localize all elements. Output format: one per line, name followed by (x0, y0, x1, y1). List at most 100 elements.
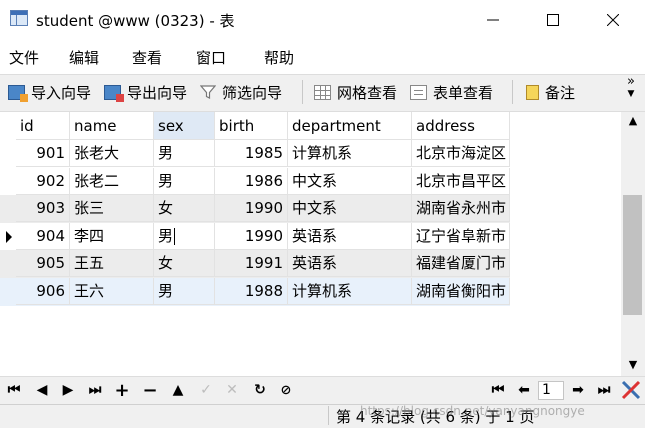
cell-department[interactable]: 英语系 (288, 222, 412, 250)
cell-birth[interactable]: 1986 (215, 167, 288, 195)
menu-help[interactable]: 帮助 (264, 47, 294, 68)
refresh-icon[interactable]: ↻ (250, 380, 270, 400)
table-row[interactable]: 901 张老大 男 1985 计算机系 北京市海淀区 (0, 140, 510, 168)
cell-sex[interactable]: 男 (154, 167, 215, 195)
chevron-right-double-icon: » (627, 74, 635, 89)
form-view-label: 表单查看 (433, 83, 494, 102)
cell-value: 女 (158, 199, 174, 217)
cell-id[interactable]: 902 (16, 167, 70, 195)
column-header-address[interactable]: address (412, 112, 510, 140)
prev-record-icon[interactable]: ◀ (32, 380, 52, 400)
cell-value: 张老二 (74, 171, 120, 190)
cell-id[interactable]: 904 (16, 222, 70, 250)
apply-changes-icon[interactable]: ✓ (196, 380, 216, 400)
cell-sex[interactable]: 女 (154, 250, 215, 277)
cell-birth[interactable]: 1988 (215, 277, 288, 305)
maximize-button[interactable] (530, 0, 576, 40)
cell-value: 北京市昌平区 (416, 171, 507, 190)
cell-value: 1988 (244, 281, 283, 300)
page-number-input[interactable]: 1 (538, 381, 564, 400)
note-button[interactable]: 备注 (526, 80, 575, 104)
menu-window[interactable]: 窗口 (196, 47, 226, 68)
column-header-sex[interactable]: sex (154, 112, 215, 140)
cell-address[interactable]: 辽宁省阜新市 (412, 222, 510, 250)
cell-value: 王五 (74, 254, 105, 272)
export-wizard-button[interactable]: 导出向导 (104, 80, 187, 104)
cell-value: 王六 (74, 281, 105, 300)
cell-birth[interactable]: 1990 (215, 222, 288, 250)
settings-wrench-icon[interactable] (620, 379, 642, 401)
cell-department[interactable]: 计算机系 (288, 277, 412, 305)
last-record-icon[interactable]: ⏭ (85, 380, 105, 400)
cell-department[interactable]: 计算机系 (288, 140, 412, 167)
edit-record-icon[interactable]: ▲ (168, 380, 188, 400)
next-record-icon[interactable]: ▶ (58, 380, 78, 400)
cell-address[interactable]: 北京市昌平区 (412, 167, 510, 195)
column-header-id[interactable]: id (16, 112, 70, 140)
delete-record-icon[interactable]: − (140, 380, 160, 401)
cell-sex[interactable]: 男 (154, 277, 215, 305)
cell-department[interactable]: 中文系 (288, 167, 412, 195)
table-row[interactable]: 902 张老二 男 1986 中文系 北京市昌平区 (0, 167, 510, 196)
cell-address[interactable]: 北京市海淀区 (412, 140, 510, 167)
cell-id[interactable]: 903 (16, 195, 70, 222)
cell-address[interactable]: 湖南省永州市 (412, 195, 510, 222)
cell-address[interactable]: 福建省厦门市 (412, 250, 510, 277)
cell-id[interactable]: 906 (16, 277, 70, 305)
form-icon (410, 84, 427, 100)
cell-id[interactable]: 905 (16, 250, 70, 277)
cell-birth[interactable]: 1990 (215, 195, 288, 222)
scrollbar-thumb[interactable] (623, 195, 642, 315)
cell-name[interactable]: 王六 (70, 277, 154, 305)
cell-address[interactable]: 湖南省衡阳市 (412, 277, 510, 305)
table-icon (10, 10, 28, 26)
cell-name[interactable]: 张老大 (70, 140, 154, 167)
cell-sex[interactable]: 女 (154, 195, 215, 222)
grid-view-button[interactable]: 网格查看 (314, 80, 397, 104)
import-wizard-button[interactable]: 导入向导 (8, 80, 91, 104)
cell-name[interactable]: 王五 (70, 250, 154, 277)
cell-name[interactable]: 张老二 (70, 167, 154, 195)
toolbar-overflow-button[interactable]: » ▼ (624, 74, 638, 100)
toolbar-separator (302, 80, 303, 104)
table-row[interactable]: 904 李四 男 1990 英语系 辽宁省阜新市 (0, 222, 510, 251)
next-page-icon[interactable]: ➡ (568, 380, 588, 400)
cell-name[interactable]: 张三 (70, 195, 154, 222)
cell-department[interactable]: 英语系 (288, 250, 412, 277)
cell-value: 905 (36, 254, 65, 272)
column-header-name[interactable]: name (70, 112, 154, 140)
cell-value: 北京市海淀区 (416, 144, 507, 162)
cell-birth[interactable]: 1985 (215, 140, 288, 167)
import-icon (8, 84, 28, 102)
stop-icon[interactable]: ⊘ (276, 380, 296, 400)
table-row[interactable]: 903 张三 女 1990 中文系 湖南省永州市 (0, 195, 510, 223)
table-row[interactable]: 905 王五 女 1991 英语系 福建省厦门市 (0, 250, 510, 278)
last-page-icon[interactable]: ⏭ (594, 380, 614, 400)
cell-sex[interactable]: 男 (154, 140, 215, 167)
add-record-icon[interactable]: + (112, 380, 132, 401)
prev-page-icon[interactable]: ⬅ (514, 380, 534, 400)
current-row-indicator-icon (0, 223, 16, 250)
first-page-icon[interactable]: ⏮ (488, 380, 508, 400)
cell-department[interactable]: 中文系 (288, 195, 412, 222)
close-button[interactable] (590, 0, 636, 40)
scroll-up-icon[interactable]: ▲ (625, 114, 641, 127)
menu-view[interactable]: 查看 (132, 47, 162, 68)
table-row[interactable]: 906 王六 男 1988 计算机系 湖南省衡阳市 (0, 277, 510, 306)
filter-wizard-button[interactable]: 筛选向导 (200, 80, 282, 104)
column-header-birth[interactable]: birth (215, 112, 288, 140)
cell-id[interactable]: 901 (16, 140, 70, 167)
menu-file[interactable]: 文件 (9, 47, 39, 68)
form-view-button[interactable]: 表单查看 (410, 80, 493, 104)
cell-sex[interactable]: 男 (154, 222, 215, 250)
discard-changes-icon[interactable]: ✕ (222, 380, 242, 400)
scroll-down-icon[interactable]: ▼ (625, 358, 641, 371)
minimize-button[interactable] (470, 0, 516, 40)
cell-value: 男 (158, 281, 174, 300)
cell-birth[interactable]: 1991 (215, 250, 288, 277)
cell-value: 女 (158, 254, 174, 272)
cell-name[interactable]: 李四 (70, 222, 154, 250)
menu-edit[interactable]: 编辑 (69, 47, 99, 68)
column-header-department[interactable]: department (288, 112, 412, 140)
first-record-icon[interactable]: ⏮ (4, 380, 24, 400)
